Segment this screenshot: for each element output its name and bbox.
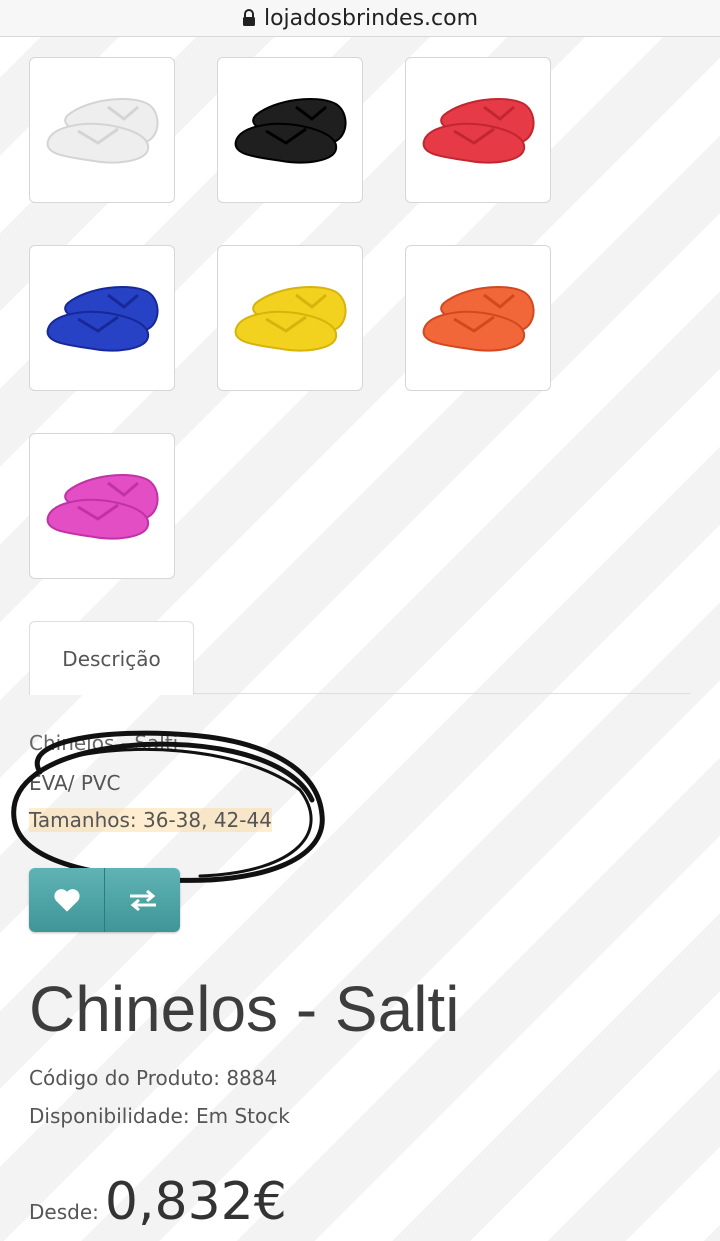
- price-value: 0,832€: [104, 1172, 287, 1232]
- flip-flop-yellow-icon: [234, 286, 347, 352]
- product-thumbnail[interactable]: [405, 57, 551, 203]
- highlighted-sizes: Tamanhos: 36-38, 42-44: [29, 808, 272, 832]
- flip-flop-red-icon: [422, 98, 535, 164]
- product-thumbnail[interactable]: [217, 245, 363, 391]
- product-action-buttons: [29, 868, 180, 932]
- product-title: Chinelos - Salti: [29, 973, 460, 1045]
- lock-icon: [242, 9, 255, 26]
- flip-flop-black-icon: [234, 98, 347, 164]
- add-to-wishlist-button[interactable]: [29, 868, 104, 932]
- product-thumbnail[interactable]: [217, 57, 363, 203]
- availability-label: Disponibilidade:: [29, 1104, 190, 1128]
- compare-button[interactable]: [104, 868, 180, 932]
- product-thumbnail[interactable]: [29, 433, 175, 579]
- product-code: Código do Produto: 8884: [29, 1066, 277, 1090]
- product-thumbnail[interactable]: [405, 245, 551, 391]
- tab-description[interactable]: Descrição: [29, 621, 194, 695]
- product-thumbnail[interactable]: [29, 57, 175, 203]
- product-code-label: Código do Produto:: [29, 1066, 220, 1090]
- heart-icon: [53, 889, 80, 912]
- flip-flop-blue-icon: [46, 286, 159, 352]
- price-block: Desde: 0,832€: [29, 1172, 287, 1232]
- description-line-name: Chinelos - Salti: [29, 731, 179, 755]
- tab-divider: [194, 693, 690, 694]
- compare-arrows-icon: [129, 889, 156, 912]
- flip-flop-orange-icon: [422, 286, 535, 352]
- flip-flop-pink-icon: [46, 474, 159, 540]
- tab-description-label: Descrição: [62, 646, 161, 671]
- availability-value: Em Stock: [195, 1104, 290, 1128]
- product-code-value: 8884: [226, 1066, 278, 1090]
- description-line-material: EVA/ PVC: [29, 771, 121, 795]
- address-bar[interactable]: lojadosbrindes.com: [0, 0, 720, 37]
- product-thumbnail[interactable]: [29, 245, 175, 391]
- flip-flop-white-icon: [46, 98, 159, 164]
- availability: Disponibilidade: Em Stock: [29, 1104, 290, 1128]
- url-text: lojadosbrindes.com: [263, 5, 479, 31]
- description-line-sizes: Tamanhos: 36-38, 42-44: [29, 808, 272, 832]
- price-label: Desde:: [29, 1200, 99, 1224]
